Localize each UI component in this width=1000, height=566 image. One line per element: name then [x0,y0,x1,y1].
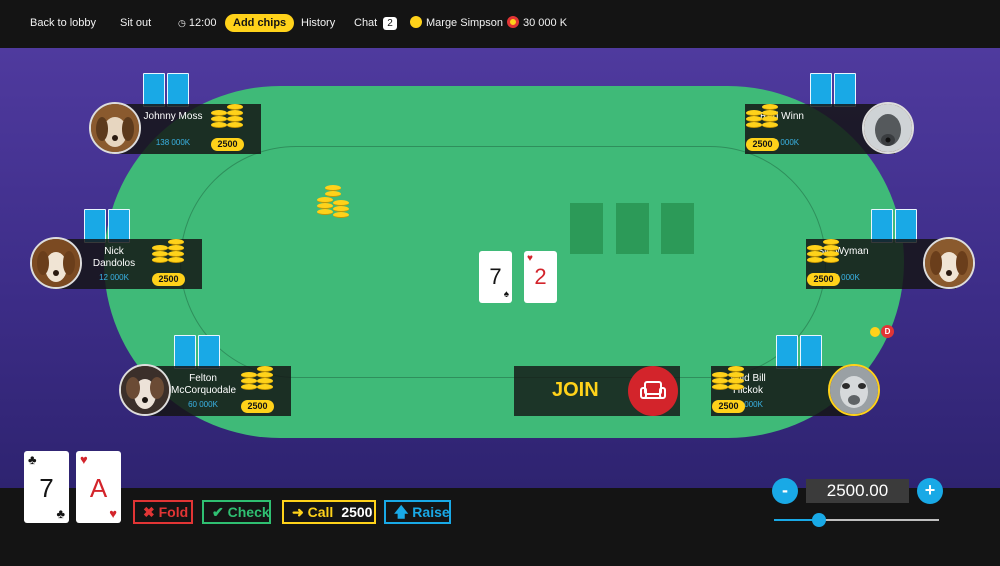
decrease-bet-button[interactable]: - [772,478,798,504]
player-stake: 2500 [712,400,745,413]
check-label: Check [227,504,270,520]
user-info: Marge Simpson [410,14,503,32]
clock: ◷ 12:00 [178,14,216,32]
dog-avatar-icon [862,102,914,154]
back-to-lobby-link[interactable]: Back to lobby [30,14,96,32]
balance-value: 30 000 K [523,17,568,29]
balance-info: 30 000 K [507,14,567,32]
heart-icon: ♥ [109,506,117,521]
dog-avatar-icon [30,237,82,289]
player-stake: 2500 [807,273,840,286]
seat-felton-mccorquodale[interactable]: Felton McCorquodale 60 000K 2500 [119,364,294,418]
player-stake: 2500 [152,273,185,286]
join-label: JOIN [552,379,599,401]
checkmark-icon: ✔ [212,504,224,520]
dog-avatar-icon [828,364,880,416]
fold-button[interactable]: ✖ Fold [133,500,193,524]
add-chips-button[interactable]: Add chips [225,14,295,32]
clock-icon: ◷ [178,18,186,28]
chip-stack-icon [712,362,746,398]
dealer-button: D [881,325,894,338]
chip-stack-icon [152,235,186,271]
board-card-2: ♥ 2 [524,251,557,303]
board-slot-empty [616,203,649,254]
seat-johnny-moss[interactable]: Johnny Moss 138 000K 2500 [89,102,264,156]
armchair-icon [628,366,678,416]
board-card-1: 7 ♠ [479,251,512,303]
board-slot-empty [661,203,694,254]
history-link[interactable]: History [301,14,335,32]
call-button[interactable]: ➜ Call 2500 [282,500,376,524]
seat-wild-bill-hickok[interactable]: Wild Bill Hickok 25 000K 2500 [708,364,883,418]
player-stake: 2500 [241,400,274,413]
dealer-chip-icon [870,327,880,337]
dog-avatar-icon [89,102,141,154]
bet-slider-handle[interactable] [812,513,826,527]
hand-card-2: ♥ A ♥ [76,451,121,523]
player-name: Nick Dandolos [92,246,136,269]
dog-avatar-icon [119,364,171,416]
fold-label: Fold [158,504,189,520]
coin-icon [507,16,519,28]
player-chips: 60 000K [188,400,218,409]
seat-sid-wyman[interactable]: Sid Wyman 115 000K 2500 [803,237,978,291]
chip-stack-icon [211,100,245,136]
raise-button[interactable]: 🡅 Raise [384,500,451,524]
hand-card-1: ♣ 7 ♣ [24,451,69,523]
chat-link[interactable]: Chat 2 [354,14,397,32]
clock-time: 12:00 [188,17,217,29]
arrow-up-icon: 🡅 [394,504,409,520]
player-chips: 138 000K [155,138,191,147]
call-label: Call [307,504,334,520]
pot-chips-icon [316,184,350,218]
heart-icon: ♥ [527,253,533,264]
x-icon: ✖ [143,504,155,520]
player-stake: 2500 [211,138,244,151]
join-button[interactable]: JOIN [514,366,680,416]
chat-count-badge: 2 [383,17,397,30]
seat-red-winn[interactable]: Red Winn 260 000K 2500 [742,102,917,156]
club-icon: ♣ [56,506,65,521]
dog-avatar-icon [923,237,975,289]
heart-icon: ♥ [80,452,88,467]
player-name: Felton McCorquodale [171,373,237,396]
card-rank: 2 [534,264,547,289]
board-slot-empty [570,203,603,254]
increase-bet-button[interactable]: + [917,478,943,504]
user-icon [410,16,422,28]
call-amount: 2500 [341,504,373,520]
chat-label: Chat [354,17,378,29]
chip-stack-icon [241,362,275,398]
bet-amount-input[interactable] [806,479,909,503]
player-stake: 2500 [746,138,779,151]
chip-stack-icon [746,100,780,136]
check-button[interactable]: ✔ Check [202,500,271,524]
top-bar: Back to lobby Sit out ◷ 12:00 Add chips … [0,0,1000,48]
arrow-right-icon: ➜ [292,504,304,520]
raise-label: Raise [412,504,450,520]
seat-nick-dandolos[interactable]: Nick Dandolos 12 000K 2500 [30,237,205,291]
card-rank: 7 [489,264,502,289]
user-name: Marge Simpson [426,17,504,29]
player-name: Johnny Moss [143,111,203,122]
sit-out-link[interactable]: Sit out [120,14,151,32]
spade-icon: ♠ [503,289,509,300]
player-chips: 12 000K [99,273,129,282]
club-icon: ♣ [28,452,37,467]
card-rank: A [89,473,108,503]
card-rank: 7 [39,473,54,503]
chip-stack-icon [807,235,841,271]
